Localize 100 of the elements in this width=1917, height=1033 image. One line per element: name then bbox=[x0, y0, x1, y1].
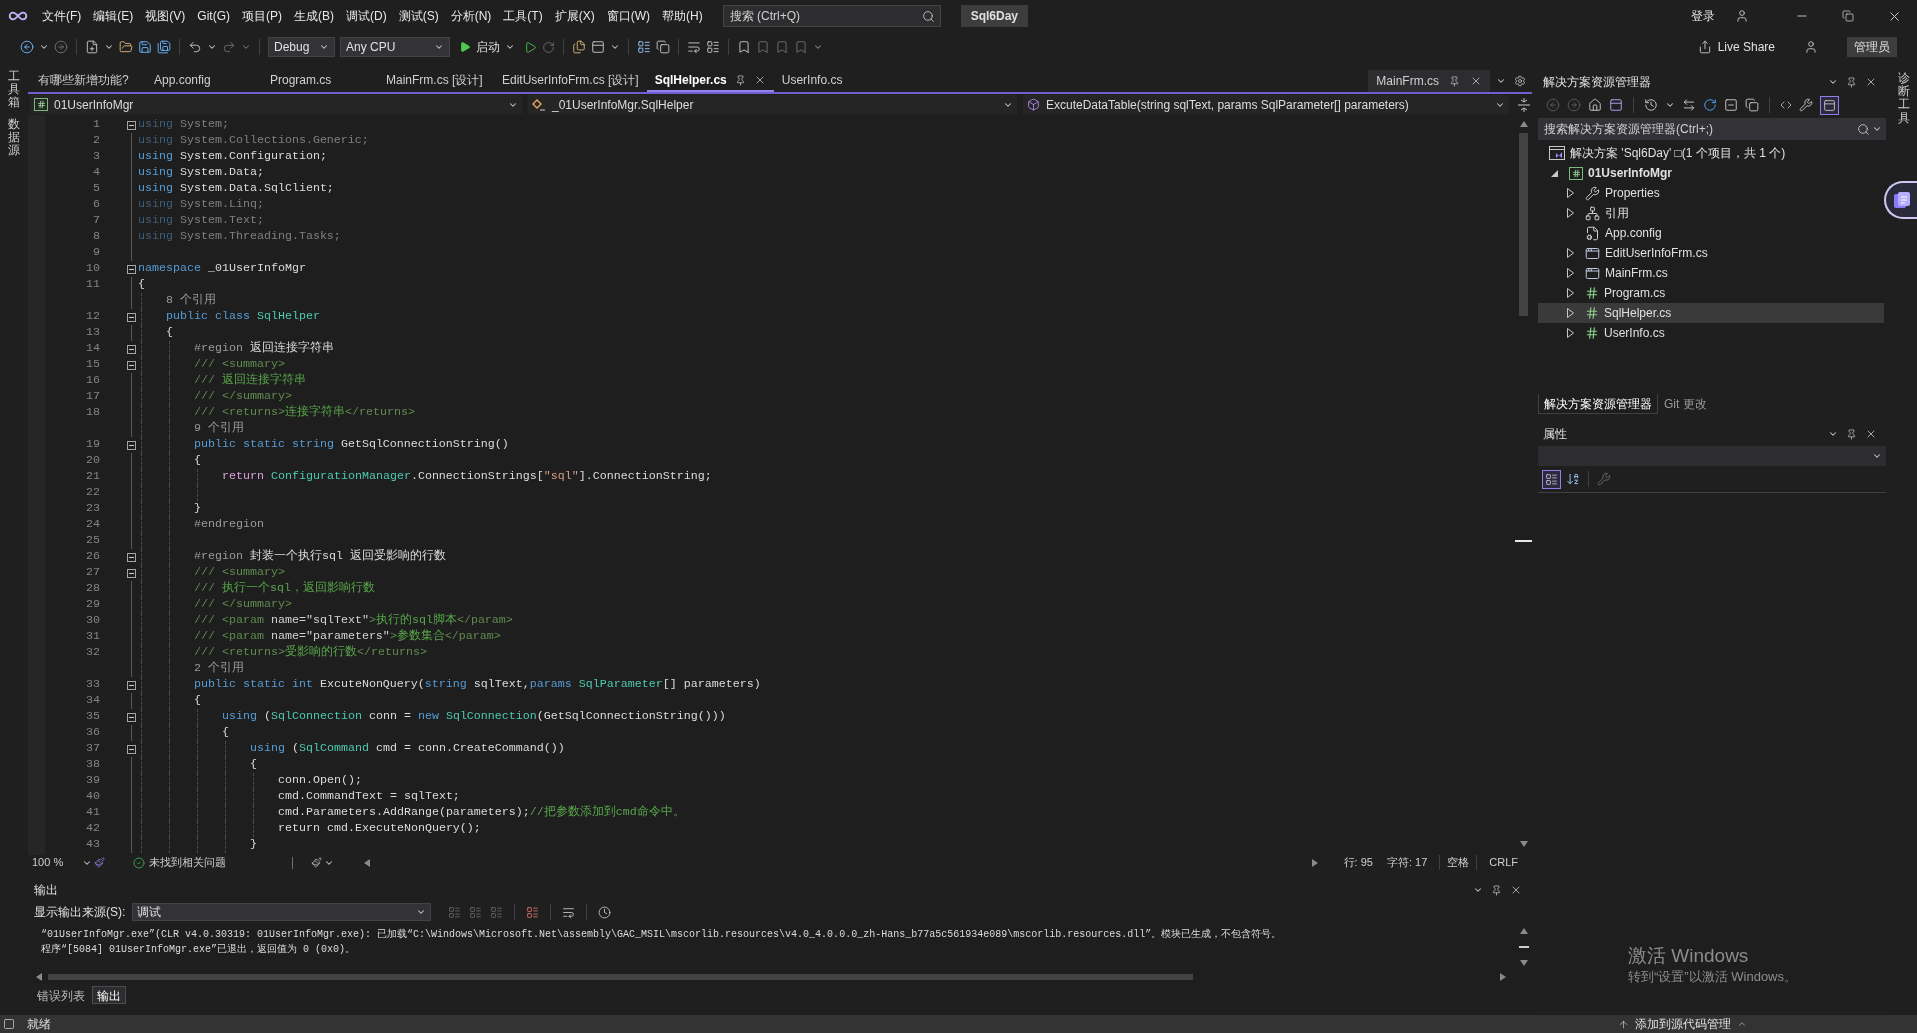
issues-indicator[interactable]: 未找到相关问题 bbox=[133, 855, 226, 870]
tree-item[interactable]: 01UserInfoMgr bbox=[1538, 163, 1884, 183]
document-tab[interactable]: Program.cs bbox=[262, 70, 378, 92]
scroll-left-icon[interactable] bbox=[364, 858, 370, 867]
expand-arrow-icon[interactable] bbox=[1566, 328, 1574, 338]
list-icon[interactable] bbox=[706, 40, 720, 54]
caret-icon[interactable] bbox=[1871, 124, 1882, 134]
caret-icon[interactable] bbox=[434, 42, 444, 52]
tree-item[interactable]: EditUserInfoFrm.cs bbox=[1538, 243, 1884, 263]
wrap-text-icon[interactable] bbox=[562, 905, 576, 919]
menu-item[interactable]: 窗口(W) bbox=[600, 4, 656, 28]
menu-item[interactable]: 编辑(E) bbox=[87, 4, 140, 28]
bookmark-icon[interactable] bbox=[737, 40, 751, 54]
caret-icon[interactable] bbox=[416, 907, 427, 917]
settings-icon[interactable] bbox=[1514, 75, 1526, 87]
tree-item[interactable]: SqlHelper.cs bbox=[1538, 303, 1884, 323]
close-icon[interactable] bbox=[1865, 76, 1877, 88]
nav-dropdown[interactable]: _01UserInfoMgr.SqlHelper bbox=[528, 95, 1017, 114]
close-icon[interactable] bbox=[1470, 75, 1482, 87]
copy-icon[interactable] bbox=[656, 40, 670, 54]
collapse-icon[interactable] bbox=[126, 744, 136, 754]
caret-icon[interactable] bbox=[104, 42, 114, 52]
scroll-right-icon[interactable] bbox=[1500, 973, 1506, 981]
scrollbar-thumb[interactable] bbox=[48, 974, 1193, 980]
redo-icon[interactable] bbox=[222, 40, 236, 54]
brush-icon[interactable] bbox=[94, 857, 105, 868]
side-tab[interactable]: 工具箱 bbox=[8, 70, 20, 110]
scroll-left-icon[interactable] bbox=[36, 973, 42, 981]
collapse-icon[interactable] bbox=[126, 120, 136, 130]
collapse-icon[interactable] bbox=[126, 680, 136, 690]
scroll-up-icon[interactable] bbox=[1519, 928, 1528, 934]
menu-item[interactable]: 生成(B) bbox=[288, 4, 340, 28]
line-ending-indicator[interactable]: CRLF bbox=[1481, 855, 1526, 870]
clear-list-icon[interactable] bbox=[526, 905, 540, 919]
menu-item[interactable]: 视图(V) bbox=[139, 4, 192, 28]
history-icon[interactable] bbox=[1644, 98, 1658, 112]
menu-item[interactable]: 工具(T) bbox=[497, 4, 549, 28]
scroll-down-icon[interactable] bbox=[1519, 841, 1528, 847]
collapse-icon[interactable] bbox=[126, 568, 136, 578]
pin-icon[interactable] bbox=[734, 74, 746, 86]
caret-icon[interactable] bbox=[1828, 429, 1838, 439]
nav-dropdown[interactable]: ExcuteDataTable(string sqlText, params SqlParameter[] parameters) bbox=[1023, 95, 1509, 114]
collapse-arrow-icon[interactable] bbox=[1550, 169, 1558, 177]
scrollbar-thumb[interactable] bbox=[1519, 133, 1528, 316]
menu-item[interactable]: 项目(P) bbox=[236, 4, 288, 28]
home-icon[interactable] bbox=[1588, 98, 1602, 112]
live-share-button[interactable]: Live Share bbox=[1697, 36, 1775, 58]
tree-item[interactable]: 解决方案 'Sql6Day' □(1 个项目，共 1 个) bbox=[1538, 143, 1884, 163]
pin-icon[interactable] bbox=[1846, 428, 1857, 440]
save-icon[interactable] bbox=[138, 40, 152, 54]
start-button[interactable]: 启动 bbox=[455, 37, 519, 57]
document-tab[interactable]: EditUserInfoFrm.cs [设计] bbox=[494, 70, 647, 92]
close-icon[interactable] bbox=[1865, 428, 1877, 440]
square-minus-icon[interactable] bbox=[1724, 98, 1738, 112]
restore-icon[interactable] bbox=[1842, 10, 1854, 22]
zoom-dropdown[interactable]: 100 % bbox=[28, 855, 94, 870]
expand-arrow-icon[interactable] bbox=[1566, 188, 1574, 198]
arrows-icon[interactable] bbox=[1682, 98, 1696, 112]
undo-icon[interactable] bbox=[188, 40, 202, 54]
side-tab[interactable]: 数据源 bbox=[8, 117, 20, 158]
source-control-button[interactable]: 添加到源代码管理 bbox=[1618, 1015, 1747, 1033]
tree-item[interactable]: 引用 bbox=[1538, 203, 1884, 223]
collapse-icon[interactable] bbox=[126, 360, 136, 370]
reference-count[interactable]: 2 个引用 bbox=[194, 660, 244, 678]
caret-icon[interactable] bbox=[1496, 76, 1506, 86]
sort-az-icon[interactable] bbox=[1566, 472, 1580, 486]
document-tab[interactable]: App.config bbox=[146, 70, 262, 92]
tree-item[interactable]: App.config bbox=[1538, 223, 1884, 243]
caret-icon[interactable] bbox=[319, 42, 329, 52]
collapse-icon[interactable] bbox=[126, 264, 136, 274]
wrench-icon[interactable] bbox=[1799, 98, 1813, 112]
scroll-up-icon[interactable] bbox=[1519, 121, 1528, 127]
pin-icon[interactable] bbox=[1449, 75, 1460, 87]
menu-item[interactable]: 扩展(X) bbox=[548, 4, 601, 28]
forward-icon[interactable] bbox=[54, 40, 68, 54]
sign-in-button[interactable]: 登录 bbox=[1689, 5, 1717, 27]
caret-icon[interactable] bbox=[39, 42, 49, 52]
collapse-icon[interactable] bbox=[126, 712, 136, 722]
reference-count[interactable]: 9 个引用 bbox=[194, 420, 244, 438]
line-indicator[interactable]: 行: 95 bbox=[1343, 854, 1373, 871]
toggle-button[interactable] bbox=[1820, 95, 1839, 115]
expand-arrow-icon[interactable] bbox=[1566, 248, 1574, 258]
refresh-icon[interactable] bbox=[1703, 98, 1717, 112]
search-field[interactable]: 搜索解决方案资源管理器(Ctrl+;) bbox=[1538, 118, 1852, 140]
caret-icon[interactable] bbox=[813, 42, 823, 52]
object-select-field[interactable] bbox=[1538, 446, 1886, 466]
document-tab[interactable]: MainFrm.cs bbox=[1368, 70, 1490, 92]
scroll-right-icon[interactable] bbox=[1311, 858, 1318, 867]
person-icon[interactable] bbox=[1735, 9, 1749, 23]
collapse-icon[interactable] bbox=[126, 344, 136, 354]
scrollbar-thumb[interactable] bbox=[1518, 946, 1529, 948]
column-indicator[interactable]: 字符: 17 bbox=[1386, 854, 1428, 871]
expand-arrow-icon[interactable] bbox=[1566, 308, 1574, 318]
open-folder-icon[interactable] bbox=[119, 40, 133, 54]
expand-arrow-icon[interactable] bbox=[1566, 288, 1574, 298]
play-outline-icon[interactable] bbox=[524, 40, 537, 54]
wrap-text-icon[interactable] bbox=[687, 40, 701, 54]
caret-icon[interactable] bbox=[1872, 451, 1882, 461]
close-icon[interactable] bbox=[1510, 884, 1522, 896]
menu-item[interactable]: 调试(D) bbox=[340, 4, 393, 28]
